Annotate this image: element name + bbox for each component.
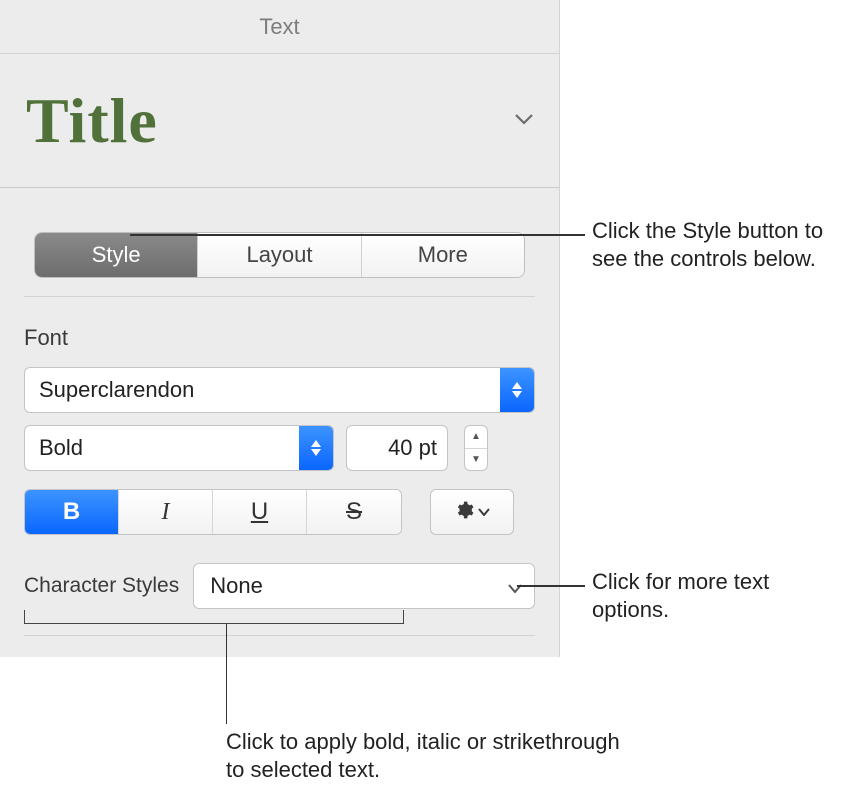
strikethrough-button[interactable]: S bbox=[307, 490, 401, 534]
font-size-value: 40 pt bbox=[347, 435, 447, 461]
bold-button[interactable]: B bbox=[25, 490, 119, 534]
tab-more[interactable]: More bbox=[362, 233, 524, 277]
font-section-label: Font bbox=[0, 297, 559, 361]
advanced-text-options-button[interactable] bbox=[430, 489, 514, 535]
stepper-down-icon[interactable]: ▼ bbox=[465, 449, 487, 471]
inspector-tab-label: Text bbox=[259, 14, 299, 40]
character-styles-label: Character Styles bbox=[24, 574, 179, 598]
style-layout-more-tabs: Style Layout More bbox=[34, 232, 525, 278]
callout-bius: Click to apply bold, italic or strikethr… bbox=[226, 728, 626, 784]
paragraph-style-button[interactable]: Title bbox=[0, 54, 559, 188]
updown-arrows-icon bbox=[500, 368, 534, 412]
callout-more-options: Click for more text options. bbox=[592, 568, 827, 624]
font-family-value: Superclarendon bbox=[39, 377, 500, 403]
stepper-up-icon[interactable]: ▲ bbox=[465, 426, 487, 449]
tab-layout[interactable]: Layout bbox=[198, 233, 361, 277]
format-inspector-panel: Text Title Style Layout More Font Superc… bbox=[0, 0, 560, 657]
underline-button[interactable]: U bbox=[213, 490, 307, 534]
text-style-group: B I U S bbox=[24, 489, 402, 535]
gear-icon bbox=[454, 500, 474, 525]
tab-style[interactable]: Style bbox=[35, 233, 198, 277]
callout-style-tab: Click the Style button to see the contro… bbox=[592, 217, 827, 273]
chevron-down-icon bbox=[515, 112, 533, 130]
character-styles-popup[interactable]: None bbox=[193, 563, 535, 609]
font-weight-value: Bold bbox=[39, 435, 299, 461]
font-weight-popup[interactable]: Bold bbox=[24, 425, 334, 471]
chevron-down-icon bbox=[478, 503, 490, 521]
font-family-popup[interactable]: Superclarendon bbox=[24, 367, 535, 413]
paragraph-style-name: Title bbox=[26, 84, 515, 158]
italic-button[interactable]: I bbox=[119, 490, 213, 534]
font-size-field[interactable]: 40 pt bbox=[346, 425, 448, 471]
updown-arrows-icon bbox=[299, 426, 333, 470]
font-size-stepper[interactable]: ▲ ▼ bbox=[464, 425, 488, 471]
character-styles-value: None bbox=[210, 573, 508, 599]
inspector-tab-text[interactable]: Text bbox=[0, 0, 559, 54]
